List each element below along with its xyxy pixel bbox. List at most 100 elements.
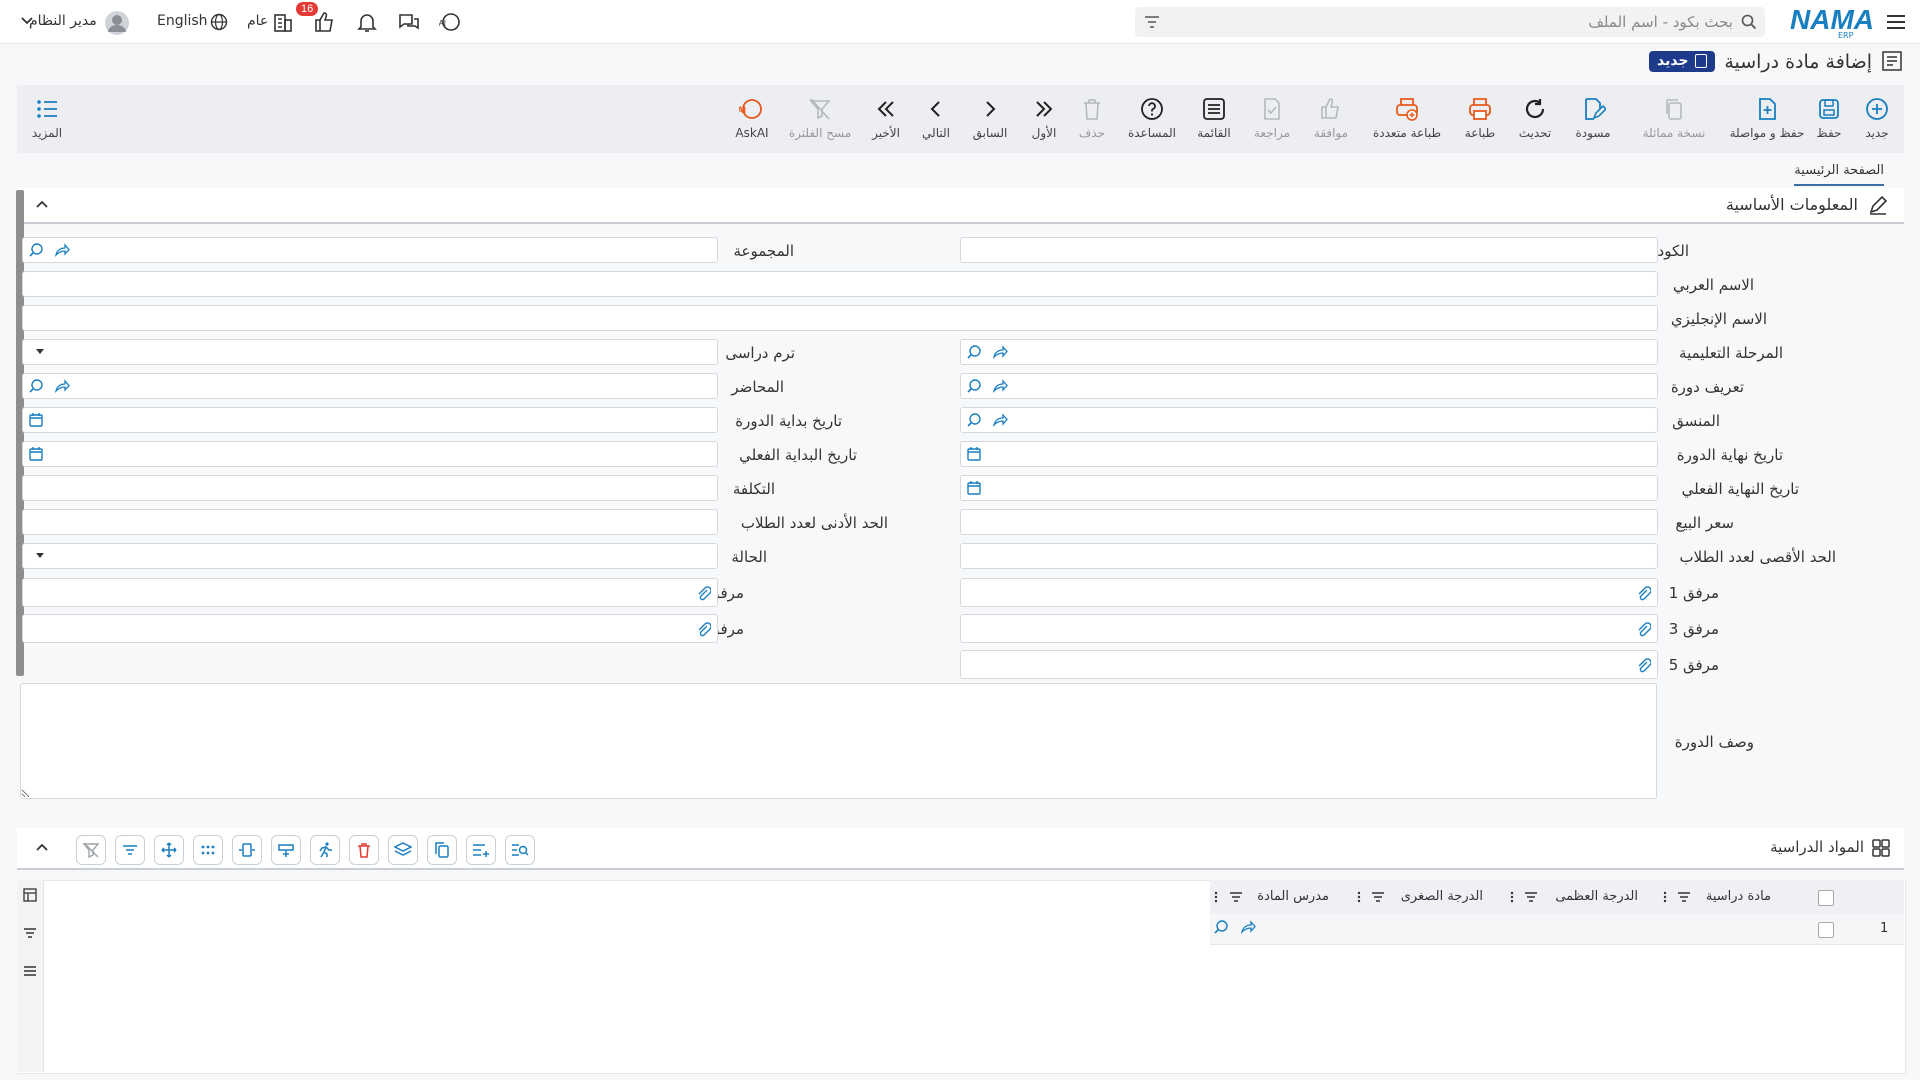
- draft-button[interactable]: مسودة: [1561, 96, 1625, 140]
- grid-move-button[interactable]: [154, 835, 184, 865]
- search-lookup-icon[interactable]: [28, 378, 44, 394]
- start-date-field[interactable]: [22, 407, 718, 433]
- table-settings-icon[interactable]: [23, 888, 37, 902]
- column-menu-icon[interactable]: [1214, 891, 1218, 903]
- cost-field[interactable]: [22, 475, 718, 501]
- more-button[interactable]: المزيد: [15, 96, 79, 140]
- row-checkbox[interactable]: [1818, 922, 1834, 938]
- collapse-icon[interactable]: [35, 842, 49, 852]
- column-header-teacher[interactable]: مدرس المادة: [1257, 889, 1329, 904]
- help-button[interactable]: المساعدة: [1120, 96, 1184, 140]
- grid-search-button[interactable]: [505, 835, 535, 865]
- column-menu-icon[interactable]: [1663, 891, 1667, 903]
- lecturer-field[interactable]: [22, 373, 718, 399]
- paperclip-icon[interactable]: [1635, 585, 1651, 601]
- grid-run-button[interactable]: [310, 835, 340, 865]
- user-name[interactable]: مدير النظام: [29, 13, 97, 29]
- description-textarea[interactable]: [20, 683, 1657, 799]
- select-all-checkbox[interactable]: [1818, 890, 1834, 906]
- column-header-min-grade[interactable]: الدرجة الصغرى: [1401, 889, 1483, 904]
- paperclip-icon[interactable]: [695, 585, 711, 601]
- arabic-name-field[interactable]: [22, 271, 1658, 297]
- attachment-1-field[interactable]: [960, 578, 1658, 607]
- open-link-icon[interactable]: [992, 344, 1008, 360]
- english-name-field[interactable]: [22, 305, 1658, 331]
- print-button[interactable]: طباعة: [1448, 96, 1512, 140]
- review-button[interactable]: مراجعة: [1240, 96, 1304, 140]
- chevron-down-icon[interactable]: [10, 16, 34, 40]
- search-lookup-icon[interactable]: [28, 242, 44, 258]
- clear-filter-button[interactable]: مسح الفلترة: [780, 96, 860, 140]
- attachment-3-field[interactable]: [960, 614, 1658, 643]
- attachment-4-field[interactable]: [22, 614, 718, 643]
- actual-end-field[interactable]: [960, 475, 1658, 501]
- filter-icon[interactable]: [23, 926, 37, 940]
- grid-fit-button[interactable]: [232, 835, 262, 865]
- multi-print-button[interactable]: طباعة متعددة: [1366, 96, 1448, 140]
- search-lookup-icon[interactable]: [1213, 919, 1229, 935]
- paperclip-icon[interactable]: [1635, 621, 1651, 637]
- paperclip-icon[interactable]: [695, 621, 711, 637]
- column-filter-icon[interactable]: [1677, 891, 1691, 903]
- filter-icon[interactable]: [1143, 14, 1161, 30]
- askai-button[interactable]: AI AskAI: [720, 96, 784, 140]
- term-select[interactable]: [22, 339, 718, 365]
- language-switch[interactable]: English: [157, 13, 208, 29]
- globe-icon[interactable]: [205, 10, 229, 34]
- duplicate-button[interactable]: نسخة مماثلة: [1632, 96, 1716, 140]
- search-box[interactable]: بحث بكود - اسم الملف: [1135, 7, 1765, 37]
- attachment-2-field[interactable]: [22, 578, 718, 607]
- grid-layers-button[interactable]: [388, 835, 418, 865]
- open-link-icon[interactable]: [1240, 919, 1256, 935]
- open-link-icon[interactable]: [992, 412, 1008, 428]
- min-students-field[interactable]: [22, 509, 718, 535]
- column-header-subject[interactable]: مادة دراسية: [1706, 889, 1771, 904]
- grid-insert-row-button[interactable]: [271, 835, 301, 865]
- table-row[interactable]: [1210, 914, 1904, 945]
- menu-icon[interactable]: [1884, 10, 1908, 34]
- tab-main[interactable]: الصفحة الرئيسية: [1794, 163, 1884, 186]
- end-date-field[interactable]: [960, 441, 1658, 467]
- open-link-icon[interactable]: [54, 378, 70, 394]
- search-lookup-icon[interactable]: [966, 344, 982, 360]
- open-link-icon[interactable]: [54, 242, 70, 258]
- code-field[interactable]: [960, 237, 1658, 263]
- column-menu-icon[interactable]: [1357, 891, 1361, 903]
- grid-add-rows-button[interactable]: [466, 835, 496, 865]
- building-icon[interactable]: [271, 10, 295, 34]
- calendar-icon[interactable]: [966, 446, 982, 462]
- grid-copy-button[interactable]: [427, 835, 457, 865]
- calendar-icon[interactable]: [28, 446, 44, 462]
- column-filter-icon[interactable]: [1229, 891, 1243, 903]
- last-record-button[interactable]: الأخير: [854, 96, 918, 140]
- column-filter-icon[interactable]: [1371, 891, 1385, 903]
- approve-button[interactable]: موافقة: [1299, 96, 1363, 140]
- calendar-icon[interactable]: [966, 480, 982, 496]
- bell-icon[interactable]: [355, 10, 379, 34]
- column-header-max-grade[interactable]: الدرجة العظمى: [1555, 889, 1638, 904]
- open-link-icon[interactable]: [992, 378, 1008, 394]
- ai-assistant-icon[interactable]: AI: [439, 10, 463, 34]
- search-input[interactable]: بحث بكود - اسم الملف: [1588, 13, 1733, 31]
- refresh-button[interactable]: تحديث: [1503, 96, 1567, 140]
- avatar[interactable]: [105, 10, 130, 35]
- grid-dots-button[interactable]: [193, 835, 223, 865]
- search-lookup-icon[interactable]: [966, 412, 982, 428]
- stage-field[interactable]: [960, 339, 1658, 365]
- company-label[interactable]: عام: [247, 13, 268, 29]
- search-lookup-icon[interactable]: [966, 378, 982, 394]
- paperclip-icon[interactable]: [1635, 657, 1651, 673]
- grid-filter-button[interactable]: [115, 835, 145, 865]
- coordinator-field[interactable]: [960, 407, 1658, 433]
- thumbs-up-icon[interactable]: [313, 10, 337, 34]
- attachment-5-field[interactable]: [960, 650, 1658, 679]
- sale-price-field[interactable]: [960, 509, 1658, 535]
- grid-clear-filter-button[interactable]: [76, 835, 106, 865]
- max-students-field[interactable]: [960, 543, 1658, 569]
- column-filter-icon[interactable]: [1524, 891, 1538, 903]
- chat-icon[interactable]: [397, 10, 421, 34]
- actual-start-field[interactable]: [22, 441, 718, 467]
- column-menu-icon[interactable]: [1510, 891, 1514, 903]
- calendar-icon[interactable]: [28, 412, 44, 428]
- rows-menu-icon[interactable]: [23, 964, 37, 978]
